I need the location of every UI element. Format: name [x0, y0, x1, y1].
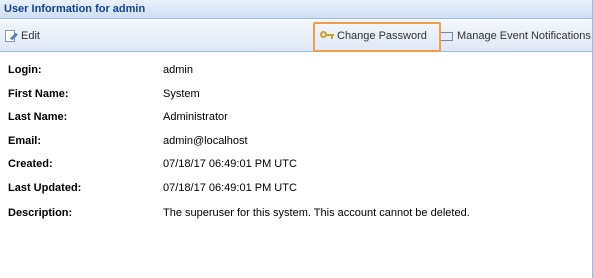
change-password-button[interactable]: Change Password [320, 26, 427, 46]
last-updated-value: 07/18/17 06:49:01 PM UTC [163, 182, 297, 194]
edit-button[interactable]: Edit [4, 26, 40, 46]
login-label: Login: [8, 64, 42, 76]
detail-row-last-updated: Last Updated: 07/18/17 06:49:01 PM UTC [0, 177, 592, 199]
detail-row-login: Login: admin [0, 59, 592, 81]
detail-row-email: Email: admin@localhost [0, 130, 592, 152]
detail-row-created: Created: 07/18/17 06:49:01 PM UTC [0, 153, 592, 175]
manage-event-notifications-button[interactable]: Manage Event Notifications [440, 26, 591, 46]
user-info-panel: User Information for admin Edit Change P… [0, 0, 593, 278]
last-name-label: Last Name: [8, 111, 68, 123]
detail-row-first-name: First Name: System [0, 83, 592, 105]
created-label: Created: [8, 158, 53, 170]
envelope-icon [440, 29, 454, 43]
description-label: Description: [8, 207, 73, 219]
change-password-label: Change Password [337, 30, 427, 42]
created-value: 07/18/17 06:49:01 PM UTC [163, 158, 297, 170]
detail-row-description: Description: The superuser for this syst… [0, 202, 592, 224]
description-value: The superuser for this system. This acco… [163, 207, 470, 219]
panel-header: User Information for admin [0, 0, 592, 19]
detail-row-last-name: Last Name: Administrator [0, 106, 592, 128]
login-value: admin [163, 64, 193, 76]
first-name-label: First Name: [8, 88, 69, 100]
edit-icon [4, 29, 18, 43]
first-name-value: System [163, 88, 200, 100]
last-name-value: Administrator [163, 111, 228, 123]
email-value: admin@localhost [163, 135, 248, 147]
key-icon [320, 29, 334, 43]
panel-title: User Information for admin [4, 3, 146, 15]
last-updated-label: Last Updated: [8, 182, 82, 194]
toolbar: Edit Change Password Manage Event Notifi… [0, 20, 592, 52]
email-label: Email: [8, 135, 42, 147]
edit-button-label: Edit [21, 30, 40, 42]
manage-event-notifications-label: Manage Event Notifications [457, 30, 591, 42]
